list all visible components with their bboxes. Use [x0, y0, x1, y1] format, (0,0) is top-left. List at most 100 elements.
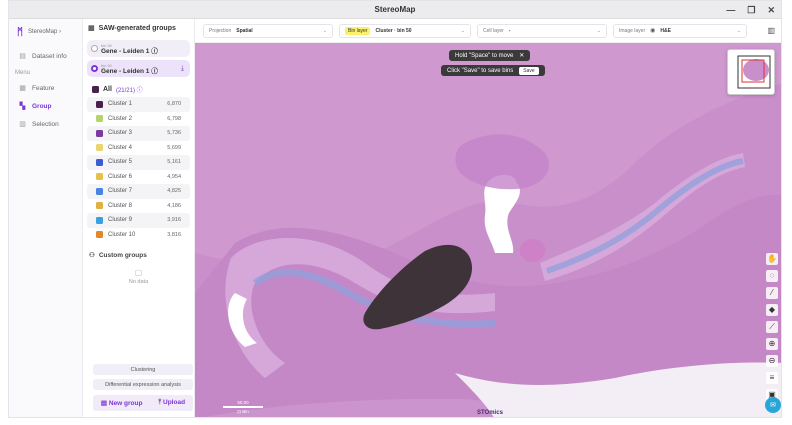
cluster-checkbox[interactable] [96, 202, 103, 210]
eye-icon[interactable]: ◉ [650, 27, 655, 34]
diff-expression-button[interactable]: Differential expression analysis [93, 379, 193, 390]
main-view: Projection Spatial ⌄ Bin layer Cluster ·… [195, 19, 781, 417]
zoom-out-icon[interactable]: ⊖ [766, 355, 778, 367]
download-icon[interactable]: ⤓ [181, 65, 184, 73]
nav-dataset-info[interactable]: ▤ Dataset info [9, 47, 82, 65]
tissue-canvas[interactable]: Hold "Space" to move ✕ Click "Save" to s… [195, 43, 781, 417]
all-checkbox[interactable] [92, 86, 99, 93]
save-button[interactable]: Save [519, 66, 539, 75]
eraser-icon[interactable]: ◆ [766, 304, 778, 316]
brush-icon[interactable]: ⁄ [766, 287, 778, 299]
app-window: StereoMap — ❐ ✕ ᛗ StereoMap › ▤ Dataset … [8, 0, 782, 418]
cluster-checkbox[interactable] [96, 158, 103, 166]
no-data-label: No data [128, 279, 149, 285]
brand-name: StereoMap › [28, 29, 62, 35]
custom-groups-icon: ⚇ [89, 252, 95, 259]
new-group-label: New group [108, 400, 143, 407]
cluster-row[interactable]: Cluster 8 4,186 [87, 199, 190, 214]
cluster-row[interactable]: Cluster 7 4,825 [87, 184, 190, 199]
minimize-button[interactable]: — [726, 5, 735, 15]
cluster-count: 5,699 [167, 144, 181, 151]
cluster-label: Cluster 5 [108, 159, 133, 166]
image-layer-value: H&E [660, 27, 671, 34]
layout-grid-icon[interactable]: ▥ [767, 26, 775, 35]
cell-layer-select[interactable]: Cell layer - ⌄ [477, 23, 607, 38]
cluster-checkbox[interactable] [96, 100, 103, 108]
cluster-row[interactable]: Cluster 3 5,736 [87, 126, 190, 141]
cluster-checkbox[interactable] [96, 216, 103, 224]
cluster-row[interactable]: Cluster 4 5,699 [87, 141, 190, 156]
nav-item-label: Group [32, 102, 52, 110]
selection-icon: ▥ [19, 121, 26, 128]
cluster-row[interactable]: Cluster 5 5,161 [87, 155, 190, 170]
cluster-label: Cluster 10 [108, 231, 136, 238]
cluster-checkbox[interactable] [96, 129, 103, 137]
window-title: StereoMap [374, 5, 416, 14]
cluster-checkbox[interactable] [96, 231, 103, 239]
close-button[interactable]: ✕ [767, 5, 775, 16]
all-label: All [103, 86, 112, 93]
group-option-selected[interactable]: bin 50 Gene - Leiden 1 ⓘ ⤓ [87, 60, 190, 77]
nav-item-feature[interactable]: ▦ Feature [9, 79, 82, 97]
nav-item-selection[interactable]: ▥ Selection [9, 115, 82, 133]
cluster-count: 6,798 [167, 115, 181, 122]
image-layer-select[interactable]: Image layer ◉ H&E ⌄ [613, 23, 747, 38]
cluster-count: 3,816 [167, 231, 181, 238]
cluster-row[interactable]: Cluster 6 4,954 [87, 170, 190, 185]
canvas-tools: ✋ ◌ ⁄ ◆ ⟋ ⊕ ⊖ ≡ ▣ [765, 253, 779, 401]
radio-button[interactable] [91, 65, 98, 72]
cluster-label: Cluster 8 [108, 202, 133, 209]
cluster-checkbox[interactable] [96, 115, 103, 123]
bin-layer-select[interactable]: Bin layer Cluster · bin 50 ⌄ [339, 23, 471, 38]
new-group-button[interactable]: ▤ New group [101, 399, 143, 407]
chevron-down-icon: ⌄ [322, 27, 327, 34]
restore-button[interactable]: ❐ [747, 5, 755, 16]
bin-layer-value: Cluster · bin 50 [375, 27, 412, 34]
image-layer-label: Image layer [619, 27, 646, 34]
cluster-row[interactable]: Cluster 10 3,816 [87, 228, 190, 243]
ruler-icon[interactable]: ⟋ [766, 321, 778, 333]
cluster-row[interactable]: Cluster 2 6,798 [87, 112, 190, 127]
radio-button[interactable] [91, 45, 98, 52]
nav-item-group[interactable]: ▚ Group [9, 97, 82, 115]
projection-select[interactable]: Projection Spatial ⌄ [203, 23, 333, 38]
pan-hand-icon[interactable]: ✋ [766, 253, 778, 265]
cluster-label: Cluster 2 [108, 115, 133, 122]
upload-label: Upload [163, 399, 186, 406]
tip-space-text: Hold "Space" to move [455, 52, 514, 59]
nav-dataset-label: Dataset info [32, 52, 67, 60]
zoom-in-icon[interactable]: ⊕ [766, 338, 778, 350]
cell-layer-label: Cell layer [483, 27, 504, 34]
clustering-button[interactable]: Clustering [93, 364, 193, 375]
table-icon: ▦ [88, 25, 95, 32]
cluster-row[interactable]: Cluster 9 3,916 [87, 213, 190, 228]
minimap[interactable] [727, 49, 775, 95]
custom-groups-header: ⚇ Custom groups [83, 248, 194, 262]
scale-value: 50,00 [237, 400, 249, 405]
info-icon: ▤ [19, 53, 26, 60]
chevron-down-icon: ⌄ [736, 27, 741, 34]
action-bar: ▤ New group ⤒ Upload [93, 395, 193, 411]
panel-header: ▦ SAW-generated groups [83, 19, 194, 37]
custom-groups-label: Custom groups [98, 251, 147, 259]
cluster-checkbox[interactable] [96, 187, 103, 195]
cluster-count: 4,186 [167, 202, 181, 209]
group-name: Gene - Leiden 1 ⓘ [101, 68, 158, 75]
group-name: Gene - Leiden 1 ⓘ [101, 48, 158, 55]
cluster-list: Cluster 1 6,870 Cluster 2 6,798 Cluster 3 5,7… [83, 97, 194, 242]
group-option[interactable]: bin 50 Gene - Leiden 1 ⓘ [87, 40, 190, 57]
projection-label: Projection [209, 27, 232, 34]
cluster-checkbox[interactable] [96, 144, 103, 152]
title-bar: StereoMap — ❐ ✕ [9, 1, 781, 19]
tip-close-icon[interactable]: ✕ [519, 52, 524, 59]
lasso-icon[interactable]: ◌ [766, 270, 778, 282]
cluster-label: Cluster 9 [108, 217, 133, 224]
cluster-row[interactable]: Cluster 1 6,870 [87, 97, 190, 112]
settings-sliders-icon[interactable]: ≡ [766, 372, 778, 384]
group-panel: ▦ SAW-generated groups bin 50 Gene - Lei… [83, 19, 195, 417]
brand[interactable]: ᛗ StereoMap › [9, 19, 82, 45]
assistant-fab-icon[interactable]: ✉ [765, 397, 781, 413]
all-clusters-row[interactable]: All (21/21) ⓘ [83, 82, 194, 97]
upload-button[interactable]: ⤒ Upload [158, 399, 185, 407]
cluster-checkbox[interactable] [96, 173, 103, 181]
